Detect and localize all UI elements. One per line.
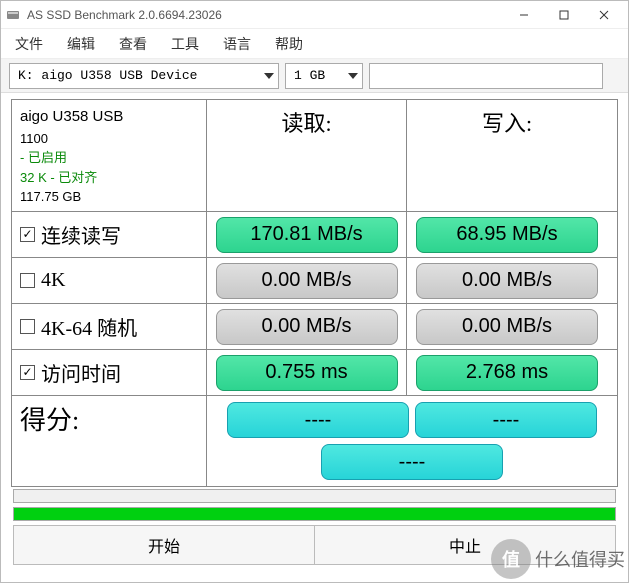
4k-checkbox[interactable] [20, 273, 35, 288]
device-capacity: 117.75 GB [20, 187, 123, 207]
score-row: 得分: ---- ---- ---- [12, 396, 617, 486]
watermark: 值 什么值得买 [491, 539, 625, 579]
menu-help[interactable]: 帮助 [275, 34, 303, 54]
4k64-checkbox[interactable] [20, 319, 35, 334]
score-label: 得分: [12, 396, 207, 486]
device-info-cell: aigo U358 USB 1100 - 已启用 32 K - 已对齐 117.… [12, 100, 207, 211]
path-input[interactable] [369, 63, 603, 89]
watermark-icon: 值 [491, 539, 531, 579]
seq-label: 连续读写 [41, 220, 121, 249]
row-seq: ✓ 连续读写 170.81 MB/s 68.95 MB/s [12, 212, 617, 258]
app-icon [5, 7, 21, 23]
access-checkbox[interactable]: ✓ [20, 365, 35, 380]
read-header: 读取: [207, 100, 407, 211]
size-select-value: 1 GB [294, 68, 325, 83]
menu-edit[interactable]: 编辑 [67, 34, 95, 54]
progress-bar-1 [13, 489, 616, 503]
app-window: AS SSD Benchmark 2.0.6694.23026 文件 编辑 查看… [0, 0, 629, 583]
menu-language[interactable]: 语言 [223, 34, 251, 54]
progress-bar-2 [13, 507, 616, 521]
4k-label: 4K [41, 269, 65, 292]
4k64-write-value: 0.00 MB/s [416, 309, 598, 345]
drive-select-value: K: aigo U358 USB Device [18, 68, 197, 83]
access-write-value: 2.768 ms [416, 355, 598, 391]
access-label: 访问时间 [41, 358, 121, 387]
write-header: 写入: [407, 100, 607, 211]
start-button[interactable]: 开始 [14, 526, 315, 564]
chevron-down-icon [264, 68, 274, 83]
row-4k: 4K 0.00 MB/s 0.00 MB/s [12, 258, 617, 304]
seq-write-value: 68.95 MB/s [416, 217, 598, 253]
score-total: ---- [321, 444, 503, 480]
device-name: aigo U358 USB [20, 106, 123, 129]
drive-select[interactable]: K: aigo U358 USB Device [9, 63, 279, 89]
score-read: ---- [227, 402, 409, 438]
menu-file[interactable]: 文件 [15, 34, 43, 54]
toolbar: K: aigo U358 USB Device 1 GB [1, 59, 628, 93]
4k64-label: 4K-64 随机 [41, 312, 137, 341]
window-title: AS SSD Benchmark 2.0.6694.23026 [27, 8, 504, 22]
seq-checkbox[interactable]: ✓ [20, 227, 35, 242]
seq-read-value: 170.81 MB/s [216, 217, 398, 253]
menu-bar: 文件 编辑 查看 工具 语言 帮助 [1, 29, 628, 59]
watermark-text: 什么值得买 [535, 546, 625, 572]
row-4k64: 4K-64 随机 0.00 MB/s 0.00 MB/s [12, 304, 617, 350]
maximize-button[interactable] [544, 2, 584, 28]
access-read-value: 0.755 ms [216, 355, 398, 391]
row-access: ✓ 访问时间 0.755 ms 2.768 ms [12, 350, 617, 396]
results-grid: aigo U358 USB 1100 - 已启用 32 K - 已对齐 117.… [11, 99, 618, 487]
device-alignment: 32 K - 已对齐 [20, 168, 123, 188]
menu-tools[interactable]: 工具 [171, 34, 199, 54]
header-row: aigo U358 USB 1100 - 已启用 32 K - 已对齐 117.… [12, 100, 617, 212]
device-status: - 已启用 [20, 148, 123, 168]
size-select[interactable]: 1 GB [285, 63, 363, 89]
device-spec: 1100 [20, 129, 123, 149]
minimize-button[interactable] [504, 2, 544, 28]
score-write: ---- [415, 402, 597, 438]
chevron-down-icon [348, 68, 358, 83]
title-bar: AS SSD Benchmark 2.0.6694.23026 [1, 1, 628, 29]
menu-view[interactable]: 查看 [119, 34, 147, 54]
window-controls [504, 2, 624, 28]
close-button[interactable] [584, 2, 624, 28]
4k-write-value: 0.00 MB/s [416, 263, 598, 299]
4k64-read-value: 0.00 MB/s [216, 309, 398, 345]
main-content: aigo U358 USB 1100 - 已启用 32 K - 已对齐 117.… [1, 93, 628, 582]
4k-read-value: 0.00 MB/s [216, 263, 398, 299]
